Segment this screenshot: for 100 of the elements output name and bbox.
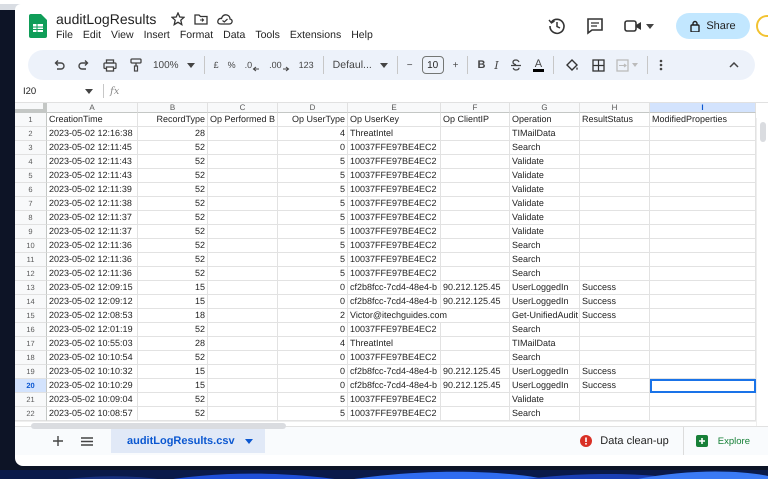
caret-icon	[244, 438, 253, 444]
table-cell	[580, 323, 650, 337]
table-cell	[208, 141, 278, 155]
column-header[interactable]: A	[47, 103, 138, 113]
table-cell: Op UserKey	[348, 113, 441, 127]
table-cell: Search	[510, 253, 580, 267]
sheet-tab[interactable]: auditLogResults.csv	[111, 429, 265, 453]
borders-icon[interactable]	[592, 58, 606, 72]
menu-item[interactable]: View	[111, 29, 134, 41]
paint-roller-icon[interactable]	[130, 58, 142, 72]
menu-item[interactable]: Data	[223, 29, 246, 41]
table-cell: 52	[138, 253, 208, 267]
history-icon[interactable]	[548, 17, 566, 35]
table-cell	[580, 169, 650, 183]
name-box[interactable]: I20	[23, 86, 85, 96]
document-title[interactable]: auditLogResults	[56, 11, 156, 27]
table-cell: 5	[278, 197, 348, 211]
table-cell: 52	[138, 141, 208, 155]
table-cell: 2023-05-02 10:10:54	[47, 351, 138, 365]
comment-icon[interactable]	[586, 17, 604, 35]
table-cell: UserLoggedIn	[510, 281, 580, 295]
font-dropdown[interactable]: Defaul...	[332, 55, 388, 75]
number-format-button[interactable]: 123	[298, 55, 314, 75]
table-cell: 2023-05-02 12:11:38	[47, 197, 138, 211]
table-cell: 2023-05-02 12:01:19	[47, 323, 138, 337]
table-cell: 2023-05-02 12:08:53	[47, 309, 138, 323]
table-cell: 52	[138, 197, 208, 211]
table-cell	[580, 211, 650, 225]
menu-item[interactable]: Help	[351, 29, 373, 41]
table-cell: 4	[278, 127, 348, 141]
share-button[interactable]: Share	[676, 13, 750, 39]
table-cell: Success	[580, 309, 650, 323]
table-cell: 15	[138, 365, 208, 379]
table-cell: 0	[278, 351, 348, 365]
zoom-dropdown[interactable]: 100%	[153, 55, 195, 75]
font-size-field[interactable]: 10	[422, 56, 444, 74]
active-cell[interactable]	[650, 379, 756, 393]
table-cell: Op UserType	[278, 113, 348, 127]
scrollbar-thumb[interactable]	[760, 122, 766, 142]
table-cell: 2023-05-02 12:11:45	[47, 141, 138, 155]
table-cell: Validate	[510, 155, 580, 169]
column-header[interactable]: E	[348, 103, 441, 113]
menu-item[interactable]: File	[56, 29, 73, 41]
scrollbar-thumb[interactable]	[31, 423, 286, 429]
menu-item[interactable]: Edit	[82, 29, 102, 41]
table-cell: 90.212.125.45	[441, 281, 510, 295]
table-cell	[580, 197, 650, 211]
menu-item[interactable]: Insert	[144, 29, 170, 41]
print-icon[interactable]	[103, 58, 117, 72]
menu-icon[interactable]	[81, 436, 93, 446]
table-cell: 28	[138, 127, 208, 141]
column-header[interactable]: G	[510, 103, 580, 113]
decrease-size-button[interactable]: −	[406, 55, 413, 75]
text-color-button[interactable]: A	[532, 58, 544, 72]
undo-icon[interactable]	[53, 59, 65, 71]
cloud-icon[interactable]	[217, 13, 234, 25]
table-cell: Victor@itechguides.com	[348, 309, 510, 323]
column-header[interactable]: B	[138, 103, 208, 113]
data-cleanup-button[interactable]: Data clean-up	[580, 427, 684, 455]
menu-item[interactable]: Tools	[255, 29, 280, 41]
merge-cells-icon[interactable]	[616, 58, 630, 72]
column-header[interactable]: C	[208, 103, 278, 113]
star-icon[interactable]	[171, 12, 186, 26]
table-cell: cf2b8fcc-7cd4-48e4-b	[348, 281, 441, 295]
strikethrough-icon[interactable]	[510, 59, 522, 71]
bold-button[interactable]: B	[477, 55, 486, 75]
sheets-logo-icon[interactable]	[29, 14, 47, 38]
number-format-button[interactable]: £	[214, 55, 219, 75]
table-cell: 10037FFE97BE4EC2	[348, 225, 441, 239]
table-cell: 5	[278, 183, 348, 197]
table-cell: 10037FFE97BE4EC2	[348, 239, 441, 253]
menu-item[interactable]: Extensions	[290, 29, 342, 41]
table-cell: 2023-05-02 10:09:04	[47, 393, 138, 407]
table-cell: 2023-05-02 12:11:37	[47, 225, 138, 239]
number-format-button[interactable]: .0	[244, 55, 260, 75]
fill-bucket-icon[interactable]	[565, 58, 580, 72]
explore-button[interactable]: Explore	[696, 435, 750, 447]
number-format-button[interactable]: %	[228, 55, 236, 75]
column-header[interactable]: D	[278, 103, 348, 113]
add-icon[interactable]	[53, 436, 63, 446]
column-header[interactable]: I	[650, 103, 756, 113]
folder-icon[interactable]	[194, 13, 208, 25]
vertical-scrollbar[interactable]	[756, 118, 768, 426]
chevron-up-icon[interactable]	[729, 62, 739, 68]
column-header[interactable]: F	[441, 103, 510, 113]
menu-item[interactable]: Format	[180, 29, 214, 41]
number-format-button[interactable]: .00	[269, 55, 290, 75]
increase-size-button[interactable]: +	[452, 55, 458, 75]
video-camera-icon[interactable]	[624, 19, 642, 33]
italic-button[interactable]: I	[494, 55, 499, 75]
table-cell	[580, 351, 650, 365]
table-cell	[580, 225, 650, 239]
table-cell: Op ClientIP	[441, 113, 510, 127]
more-icon[interactable]	[659, 59, 664, 71]
table-cell	[208, 253, 278, 267]
table-cell: Search	[510, 323, 580, 337]
redo-icon[interactable]	[78, 59, 90, 71]
table-cell	[580, 127, 650, 141]
table-cell	[441, 323, 510, 337]
table-cell	[441, 239, 510, 253]
